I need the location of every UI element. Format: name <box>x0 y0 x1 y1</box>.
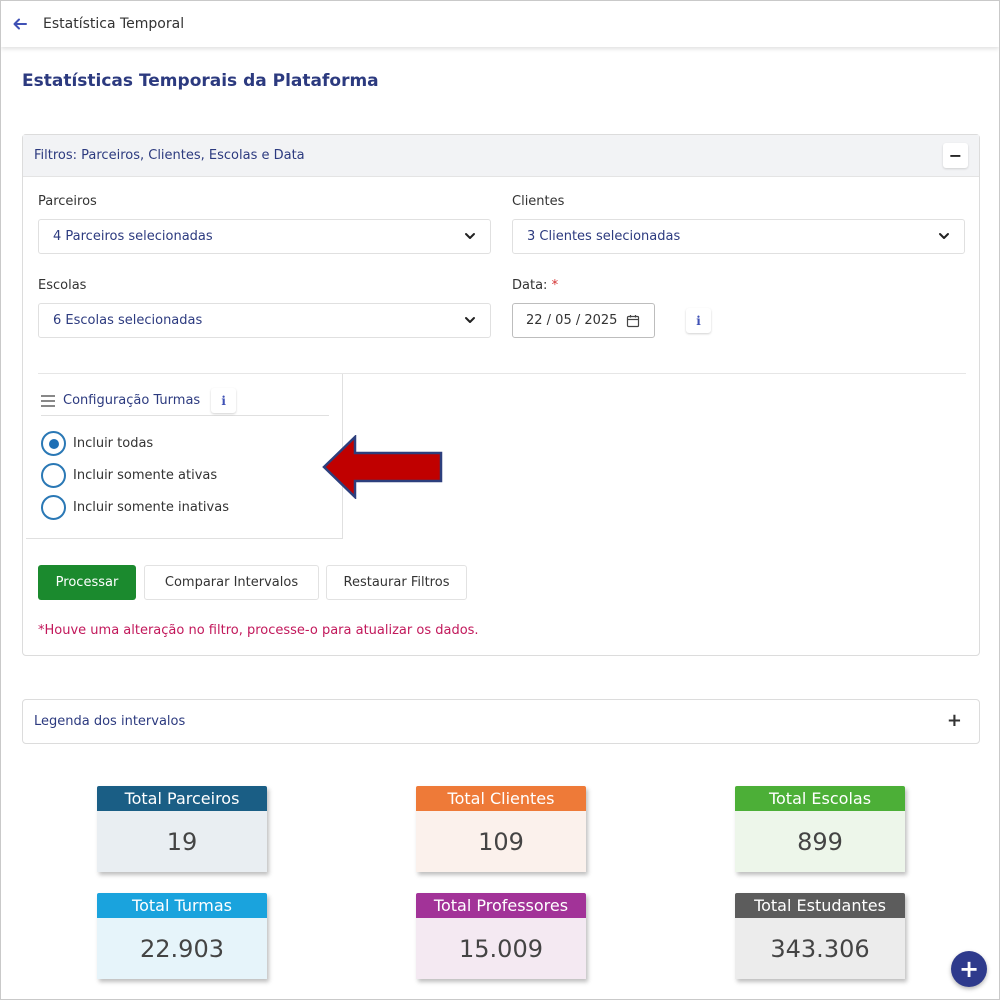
config-turmas-title: Configuração Turmas <box>63 393 201 408</box>
clientes-select[interactable]: 3 Clientes selecionadas <box>512 219 965 254</box>
data-label-text: Data: <box>512 278 548 293</box>
stat-card-label: Total Escolas <box>735 786 905 811</box>
radio-label: Incluir todas <box>73 436 154 451</box>
config-turmas-box: Configuração Turmas i Incluir todas Incl… <box>26 374 343 539</box>
radio-selected-dot <box>48 438 59 449</box>
radio-button[interactable] <box>41 431 66 456</box>
collapse-button[interactable]: − <box>943 143 968 168</box>
date-info-icon[interactable]: i <box>686 308 711 333</box>
parceiros-select-value: 4 Parceiros selecionadas <box>53 229 213 244</box>
stat-card-label: Total Clientes <box>416 786 586 811</box>
radio-incluir-inativas[interactable]: Incluir somente inativas <box>41 495 229 520</box>
menu-icon <box>41 394 55 407</box>
radio-button[interactable] <box>41 495 66 520</box>
stat-card-value: 343.306 <box>735 918 905 979</box>
back-arrow-icon[interactable] <box>11 15 29 33</box>
radio-label: Incluir somente ativas <box>73 468 218 483</box>
parceiros-label: Parceiros <box>38 194 97 209</box>
stat-card-value: 109 <box>416 811 586 872</box>
legend-panel[interactable]: Legenda dos intervalos + <box>22 699 980 744</box>
filter-changed-warning: *Houve uma alteração no filtro, processe… <box>38 623 479 638</box>
stat-card-label: Total Professores <box>416 893 586 918</box>
required-mark: * <box>551 278 559 293</box>
expand-plus-icon[interactable]: + <box>947 710 962 731</box>
chevron-down-icon <box>465 233 475 239</box>
stat-card-value: 22.903 <box>97 918 267 979</box>
date-value: 22 / 05 / 2025 <box>526 313 618 328</box>
stat-card-parceiros: Total Parceiros 19 <box>97 786 267 872</box>
radio-button[interactable] <box>41 463 66 488</box>
app-frame: Estatística Temporal Estatísticas Tempor… <box>0 0 1000 1000</box>
topbar-title: Estatística Temporal <box>43 16 185 32</box>
filters-panel-title: Filtros: Parceiros, Clientes, Escolas e … <box>34 148 305 163</box>
escolas-select[interactable]: 6 Escolas selecionadas <box>38 303 491 338</box>
annotation-arrow-icon <box>322 435 443 499</box>
date-input[interactable]: 22 / 05 / 2025 <box>512 303 655 338</box>
process-button[interactable]: Processar <box>38 565 136 600</box>
filters-panel: Filtros: Parceiros, Clientes, Escolas e … <box>22 134 980 656</box>
stat-card-value: 19 <box>97 811 267 872</box>
parceiros-select[interactable]: 4 Parceiros selecionadas <box>38 219 491 254</box>
page-title: Estatísticas Temporais da Plataforma <box>22 71 379 91</box>
legend-panel-title: Legenda dos intervalos <box>34 714 186 729</box>
radio-incluir-ativas[interactable]: Incluir somente ativas <box>41 463 217 488</box>
config-info-icon[interactable]: i <box>211 388 237 413</box>
compare-intervals-button[interactable]: Comparar Intervalos <box>144 565 319 600</box>
radio-incluir-todas[interactable]: Incluir todas <box>41 431 153 456</box>
escolas-label: Escolas <box>38 278 87 293</box>
radio-label: Incluir somente inativas <box>73 500 229 515</box>
clientes-select-value: 3 Clientes selecionadas <box>527 229 681 244</box>
stat-card-clientes: Total Clientes 109 <box>416 786 586 872</box>
config-turmas-header: Configuração Turmas i <box>41 386 329 416</box>
chevron-down-icon <box>939 233 949 239</box>
top-bar: Estatística Temporal <box>1 1 999 47</box>
stat-card-value: 15.009 <box>416 918 586 979</box>
stat-card-escolas: Total Escolas 899 <box>735 786 905 872</box>
clientes-label: Clientes <box>512 194 565 209</box>
reset-filters-button[interactable]: Restaurar Filtros <box>326 565 467 600</box>
stat-card-estudantes: Total Estudantes 343.306 <box>735 893 905 979</box>
floating-add-button[interactable]: + <box>951 951 987 987</box>
chevron-down-icon <box>465 317 475 323</box>
filters-panel-header[interactable]: Filtros: Parceiros, Clientes, Escolas e … <box>23 135 979 177</box>
stat-card-value: 899 <box>735 811 905 872</box>
stat-card-label: Total Parceiros <box>97 786 267 811</box>
escolas-select-value: 6 Escolas selecionadas <box>53 313 203 328</box>
calendar-icon[interactable] <box>626 314 640 328</box>
stat-card-label: Total Turmas <box>97 893 267 918</box>
stat-card-turmas: Total Turmas 22.903 <box>97 893 267 979</box>
stat-card-label: Total Estudantes <box>735 893 905 918</box>
data-label: Data: * <box>512 278 558 293</box>
stat-card-professores: Total Professores 15.009 <box>416 893 586 979</box>
